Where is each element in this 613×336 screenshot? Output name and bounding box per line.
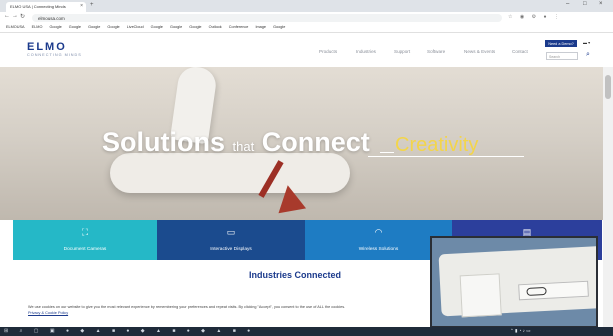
bookmark-item[interactable]: ELMOUSA	[6, 25, 25, 29]
nav-software[interactable]: Software	[427, 49, 445, 54]
nav-industries[interactable]: Industries	[356, 49, 376, 54]
bookmark-item[interactable]: Google	[189, 25, 201, 29]
back-icon[interactable]: ←	[4, 13, 10, 19]
camera-icon: ⛶	[81, 227, 89, 237]
device-panel	[438, 245, 596, 318]
nav-contact[interactable]: Contact	[512, 49, 528, 54]
hero-banner: Solutions that Connect Creativity	[0, 67, 603, 220]
document-camera-base	[110, 153, 350, 193]
minimize-icon[interactable]: –	[566, 1, 569, 7]
nav-products[interactable]: Products	[319, 49, 337, 54]
tile-label: Interactive Displays	[210, 247, 252, 252]
bookmark-item[interactable]: Google	[151, 25, 163, 29]
cookie-notice: We use cookies on our website to give yo…	[28, 305, 346, 309]
scroll-thumb[interactable]	[605, 75, 611, 99]
new-tab-icon[interactable]: +	[90, 2, 94, 8]
windows-taskbar: ⊞ ⌕ ▢ ▣ ● ◆ ▲ ■ ● ◆ ▲ ■ ● ◆ ▲ ■ ● ⌃ ▮ ◔ …	[0, 327, 613, 336]
tile-interactive-displays[interactable]: ▭ Interactive Displays	[157, 220, 305, 260]
bookmarks-bar: ELMOUSA ELMO Google Google Google Google…	[0, 23, 613, 33]
hero-rotating-word: Creativity	[395, 134, 479, 156]
language-flag-icon[interactable]: ▬ ▾	[583, 40, 590, 45]
forward-icon[interactable]: →	[12, 13, 18, 19]
hero-word-that: that	[232, 139, 255, 154]
tile-document-cameras[interactable]: ⛶ Document Cameras	[13, 220, 157, 260]
taskbar-app-icons[interactable]: ⊞ ⌕ ▢ ▣ ● ◆ ▲ ■ ● ◆ ▲ ■ ● ◆ ▲ ■ ●	[4, 328, 255, 334]
tile-label: Document Cameras	[63, 247, 107, 252]
page-scrollbar[interactable]	[603, 67, 613, 327]
video-overlay	[430, 236, 598, 328]
device-button	[526, 286, 547, 296]
bookmark-item[interactable]: Google	[69, 25, 81, 29]
close-window-icon[interactable]: ×	[599, 1, 603, 7]
hero-word-solutions: Solutions	[102, 127, 225, 157]
hero-word-connect: Connect	[261, 127, 370, 157]
hero-headline: Solutions that Connect	[102, 127, 370, 158]
hero-underline-short	[380, 152, 394, 153]
search-icon[interactable]: ⌕	[586, 51, 590, 59]
url-field[interactable]: elmousa.com	[32, 14, 502, 22]
url-text: elmousa.com	[38, 15, 65, 21]
site-header: ELMO CONNECTING MINDS Products Industrie…	[0, 33, 613, 67]
address-bar-row: ← → ↻ elmousa.com ☆ ◉ ⚙ ● ⋮	[0, 12, 613, 23]
system-tray[interactable]: ⌃ ▮ ◔ ♪ ▭	[510, 328, 530, 334]
logo-tagline: CONNECTING MINDS	[27, 53, 82, 57]
bookmark-item[interactable]: Google	[49, 25, 61, 29]
paper-crane	[273, 182, 307, 214]
extension-icons[interactable]: ☆ ◉ ⚙ ● ⋮	[508, 14, 562, 20]
section-title: Industries Connected	[249, 270, 342, 280]
keypad	[459, 273, 502, 318]
browser-tabbar: ELMO USA | Connecting Minds × + – □ ×	[0, 0, 613, 12]
bookmark-item[interactable]: ELMO	[32, 25, 43, 29]
bookmark-item[interactable]: Image	[255, 25, 266, 29]
bookmark-item[interactable]: LiveCloud	[127, 25, 144, 29]
display-icon: ▭	[226, 227, 236, 237]
bookmark-item[interactable]: Google	[88, 25, 100, 29]
bookmark-item[interactable]: Google	[273, 25, 285, 29]
bookmark-item[interactable]: Conference	[229, 25, 249, 29]
elmo-logo[interactable]: ELMO	[27, 41, 67, 53]
reload-icon[interactable]: ↻	[20, 13, 25, 20]
maximize-icon[interactable]: □	[583, 1, 587, 7]
tab-title: ELMO USA | Connecting Minds	[10, 4, 66, 9]
tab-close-icon[interactable]: ×	[80, 3, 83, 9]
nav-support[interactable]: Support	[394, 49, 410, 54]
nav-news-events[interactable]: News & Events	[464, 49, 495, 54]
browser-tab[interactable]: ELMO USA | Connecting Minds ×	[6, 2, 86, 12]
bookmark-item[interactable]: Outlook	[209, 25, 222, 29]
bookmark-item[interactable]: Google	[107, 25, 119, 29]
search-input[interactable]: Search	[546, 52, 578, 60]
bookmark-item[interactable]: Google	[170, 25, 182, 29]
demo-button[interactable]: Need a Demo?	[545, 40, 577, 47]
privacy-policy-link[interactable]: Privacy & Cookie Policy	[28, 311, 68, 315]
